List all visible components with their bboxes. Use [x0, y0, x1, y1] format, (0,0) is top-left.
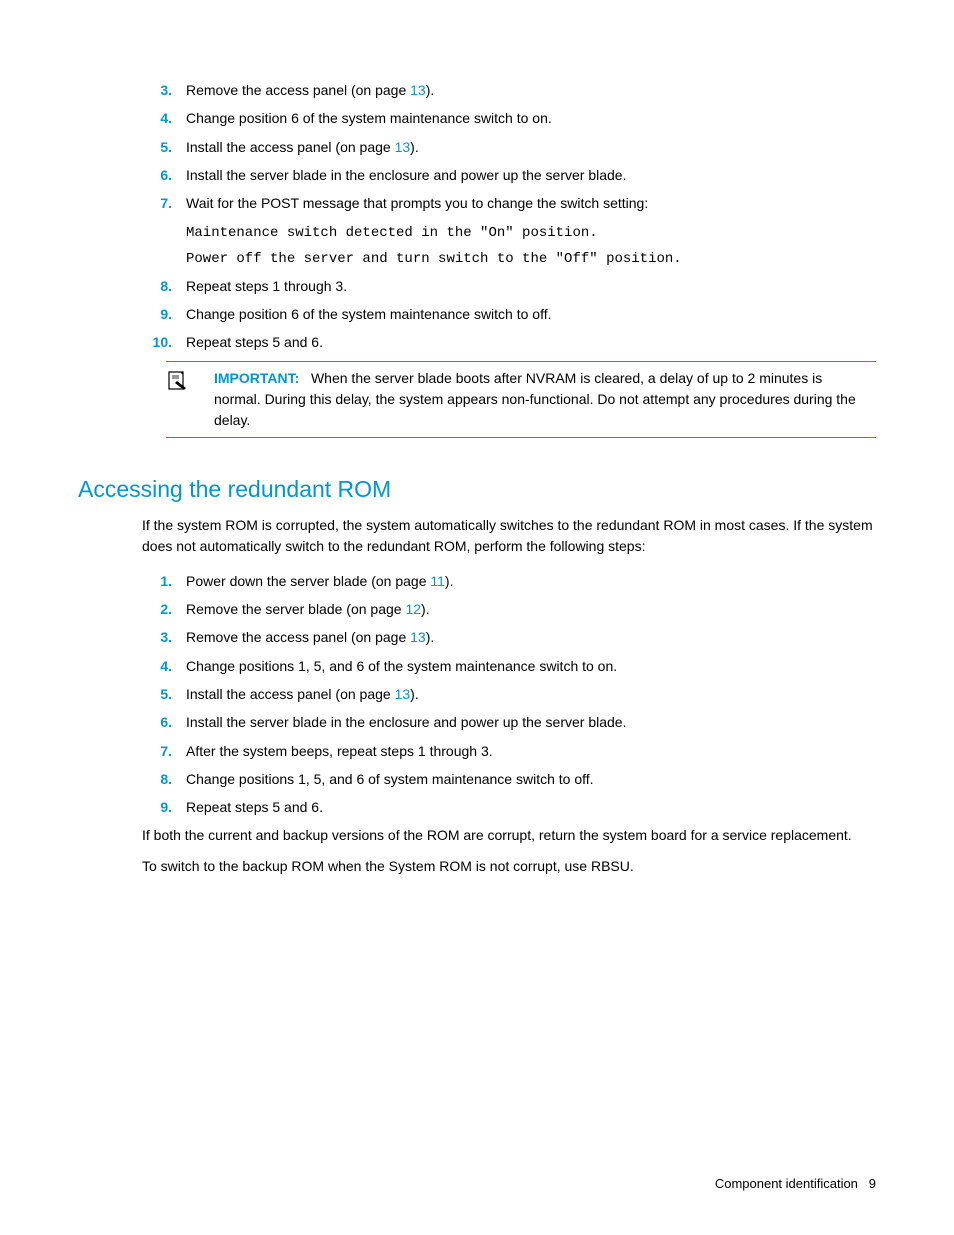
list-text: Install the server blade in the enclosur…	[186, 165, 876, 185]
list-number: 9.	[142, 304, 172, 324]
list-text: Power down the server blade (on page 11)…	[186, 571, 876, 591]
important-callout: IMPORTANT: When the server blade boots a…	[166, 361, 876, 438]
list-text: Wait for the POST message that prompts y…	[186, 193, 876, 213]
page-link[interactable]: 13	[395, 139, 411, 155]
page-number: 9	[869, 1176, 876, 1191]
list-number: 5.	[142, 684, 172, 704]
list-item: 3. Remove the access panel (on page 13).	[78, 627, 876, 647]
list-number: 1.	[142, 571, 172, 591]
list-number: 4.	[142, 108, 172, 128]
list-number: 3.	[142, 80, 172, 100]
list-item: 8. Change positions 1, 5, and 6 of syste…	[78, 769, 876, 789]
page-link[interactable]: 13	[395, 686, 411, 702]
note-icon	[166, 368, 214, 431]
list-number: 4.	[142, 656, 172, 676]
list-number: 8.	[142, 276, 172, 296]
code-line: Maintenance switch detected in the "On" …	[186, 221, 876, 246]
list-text: Change positions 1, 5, and 6 of the syst…	[186, 656, 876, 676]
list-item: 6. Install the server blade in the enclo…	[78, 712, 876, 732]
list-item: 2. Remove the server blade (on page 12).	[78, 599, 876, 619]
ordered-list-3: 1. Power down the server blade (on page …	[78, 571, 876, 818]
list-item: 7. Wait for the POST message that prompt…	[78, 193, 876, 213]
list-text: Change positions 1, 5, and 6 of system m…	[186, 769, 876, 789]
list-item: 4. Change positions 1, 5, and 6 of the s…	[78, 656, 876, 676]
list-item: 7. After the system beeps, repeat steps …	[78, 741, 876, 761]
list-text: Repeat steps 5 and 6.	[186, 332, 876, 352]
body-paragraph: If both the current and backup versions …	[142, 825, 876, 846]
list-text: Remove the access panel (on page 13).	[186, 80, 876, 100]
list-text: Install the access panel (on page 13).	[186, 137, 876, 157]
list-item: 9. Repeat steps 5 and 6.	[78, 797, 876, 817]
list-item: 8. Repeat steps 1 through 3.	[78, 276, 876, 296]
list-text: Repeat steps 5 and 6.	[186, 797, 876, 817]
list-item: 4. Change position 6 of the system maint…	[78, 108, 876, 128]
list-number: 9.	[142, 797, 172, 817]
list-number: 7.	[142, 193, 172, 213]
section-heading: Accessing the redundant ROM	[78, 476, 876, 503]
list-item: 6. Install the server blade in the enclo…	[78, 165, 876, 185]
ordered-list-1: 3. Remove the access panel (on page 13).…	[78, 80, 876, 213]
page-link[interactable]: 13	[410, 82, 426, 98]
important-label: IMPORTANT:	[214, 370, 299, 386]
footer-section: Component identification	[715, 1176, 858, 1191]
list-item: 5. Install the access panel (on page 13)…	[78, 684, 876, 704]
list-text: Change position 6 of the system maintena…	[186, 108, 876, 128]
list-number: 5.	[142, 137, 172, 157]
list-item: 5. Install the access panel (on page 13)…	[78, 137, 876, 157]
intro-paragraph: If the system ROM is corrupted, the syst…	[142, 515, 876, 557]
list-text: Install the access panel (on page 13).	[186, 684, 876, 704]
list-number: 2.	[142, 599, 172, 619]
list-number: 3.	[142, 627, 172, 647]
list-item: 9. Change position 6 of the system maint…	[78, 304, 876, 324]
list-item: 3. Remove the access panel (on page 13).	[78, 80, 876, 100]
list-number: 7.	[142, 741, 172, 761]
list-number: 8.	[142, 769, 172, 789]
page-link[interactable]: 12	[405, 601, 421, 617]
body-paragraph: To switch to the backup ROM when the Sys…	[142, 856, 876, 877]
important-content: IMPORTANT: When the server blade boots a…	[214, 368, 876, 431]
list-number: 10.	[142, 332, 172, 352]
list-text: Remove the server blade (on page 12).	[186, 599, 876, 619]
page-link[interactable]: 11	[430, 573, 445, 589]
important-text: When the server blade boots after NVRAM …	[214, 370, 856, 428]
page-link[interactable]: 13	[410, 629, 426, 645]
code-block: Maintenance switch detected in the "On" …	[186, 221, 876, 271]
list-text: Remove the access panel (on page 13).	[186, 627, 876, 647]
list-item: 10. Repeat steps 5 and 6.	[78, 332, 876, 352]
ordered-list-2: 8. Repeat steps 1 through 3. 9. Change p…	[78, 276, 876, 353]
list-text: Repeat steps 1 through 3.	[186, 276, 876, 296]
list-text: Install the server blade in the enclosur…	[186, 712, 876, 732]
list-text: After the system beeps, repeat steps 1 t…	[186, 741, 876, 761]
list-text: Change position 6 of the system maintena…	[186, 304, 876, 324]
list-number: 6.	[142, 712, 172, 732]
list-item: 1. Power down the server blade (on page …	[78, 571, 876, 591]
list-number: 6.	[142, 165, 172, 185]
page-footer: Component identification 9	[715, 1176, 876, 1191]
code-line: Power off the server and turn switch to …	[186, 247, 876, 272]
